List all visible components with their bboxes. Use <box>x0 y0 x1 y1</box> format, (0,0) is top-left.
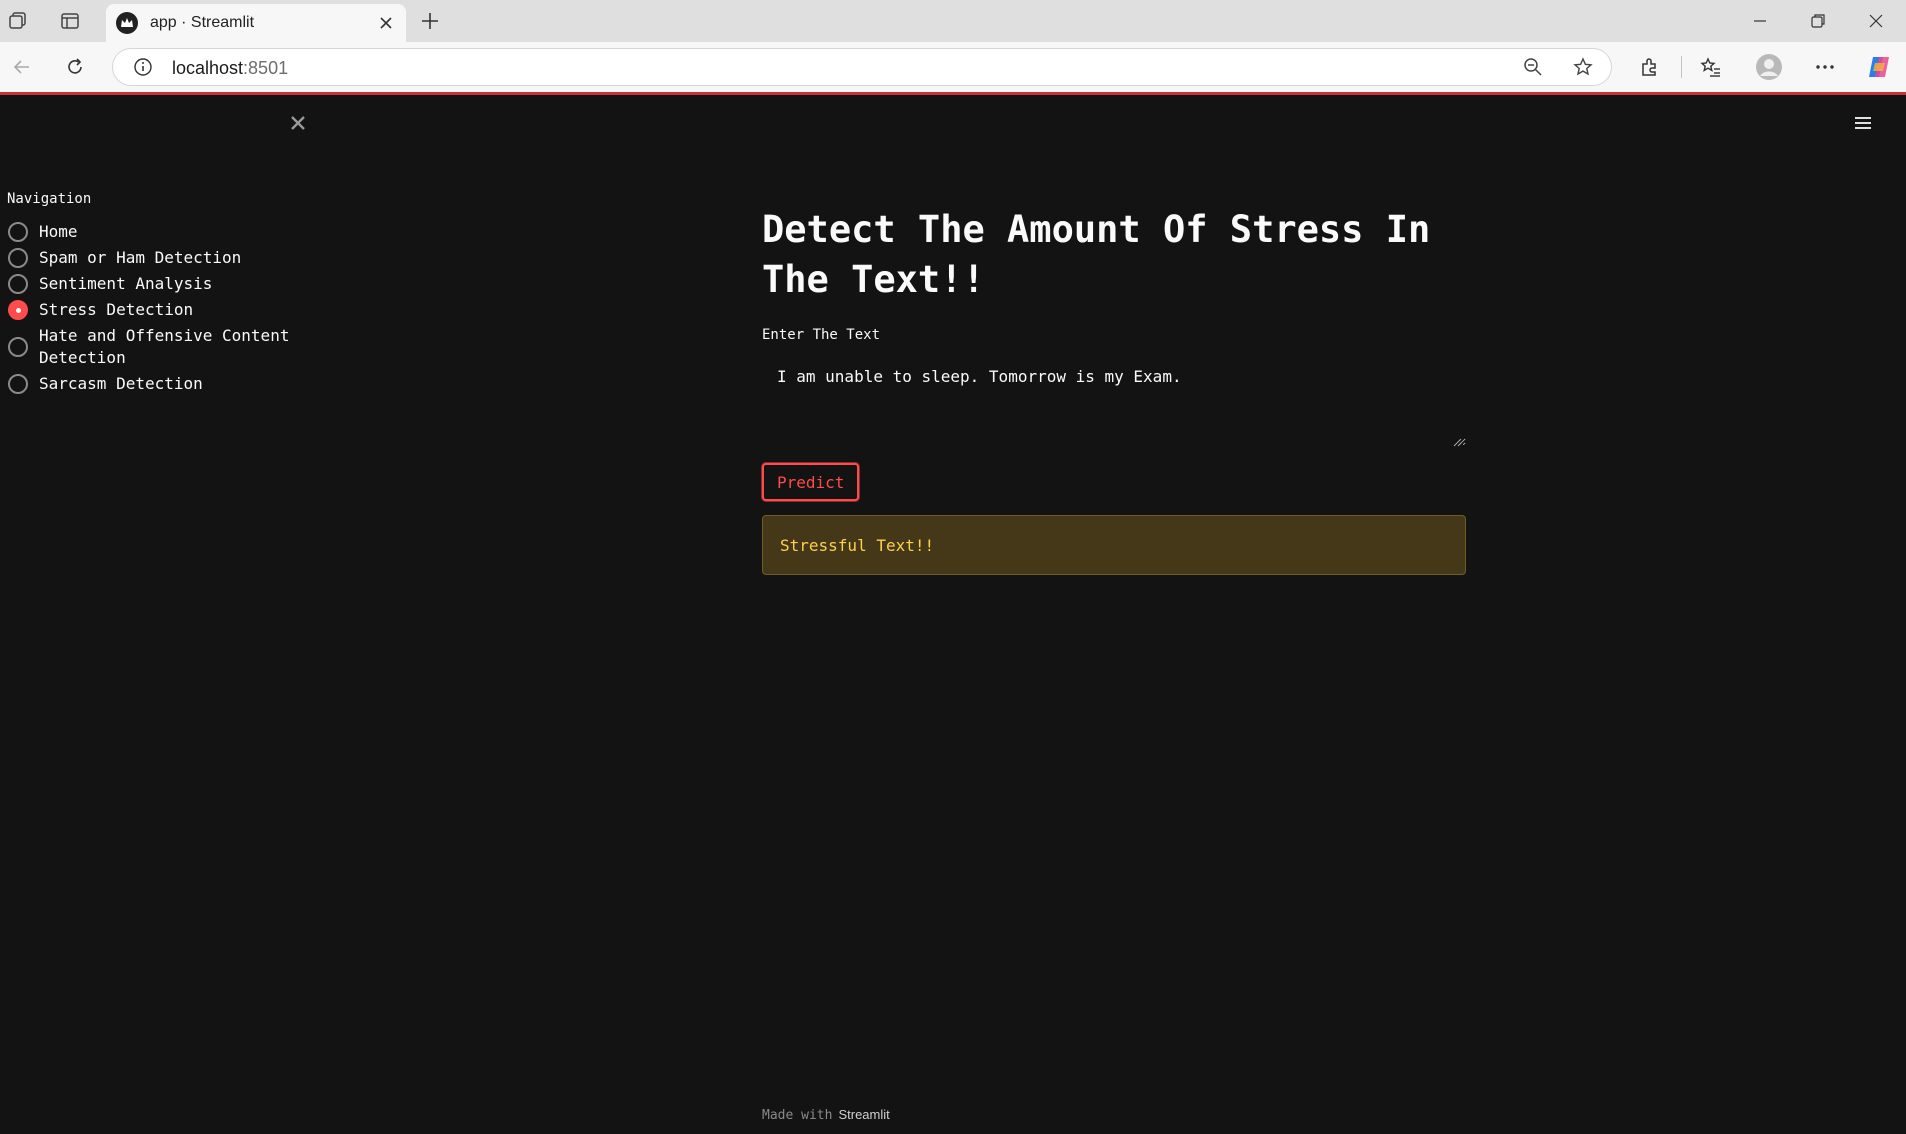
nav-option-hate-offensive[interactable]: Hate and Offensive Content Detection <box>8 325 308 369</box>
main-menu-icon[interactable] <box>1852 112 1874 134</box>
extensions-icon[interactable] <box>1638 55 1662 79</box>
radio-button[interactable] <box>8 248 28 268</box>
predict-button[interactable]: Predict <box>762 463 860 501</box>
favorites-icon[interactable] <box>1699 55 1723 79</box>
nav-option-label: Spam or Ham Detection <box>39 248 242 267</box>
nav-option-label: Home <box>39 222 78 241</box>
radio-button-selected[interactable] <box>8 300 28 320</box>
footer-streamlit-link[interactable]: Streamlit <box>838 1107 889 1122</box>
site-info-icon[interactable] <box>131 55 155 79</box>
browser-toolbar: localhost:8501 <box>0 42 1906 93</box>
new-tab-icon[interactable] <box>418 9 442 33</box>
text-area-input[interactable]: I am unable to sleep. Tomorrow is my Exa… <box>762 351 1466 446</box>
resize-handle-icon[interactable] <box>1452 437 1462 447</box>
back-icon[interactable] <box>10 55 34 79</box>
nav-option-label: Hate and Offensive Content Detection <box>39 326 290 367</box>
radio-button[interactable] <box>8 337 28 357</box>
nav-option-label: Sarcasm Detection <box>39 374 203 393</box>
browser-tab-bar: app · Streamlit <box>0 0 1906 42</box>
radio-button[interactable] <box>8 222 28 242</box>
close-tab-icon[interactable] <box>376 13 396 33</box>
minimize-icon[interactable] <box>1748 9 1772 33</box>
navigation-label: Navigation <box>7 191 92 207</box>
nav-option-spam-or-ham[interactable]: Spam or Ham Detection <box>8 247 308 269</box>
tab-actions-icon[interactable] <box>58 9 82 33</box>
url-host: localhost <box>172 58 244 78</box>
footer: Made with Streamlit <box>762 1107 890 1123</box>
close-sidebar-icon[interactable] <box>287 112 309 134</box>
restore-window-icon[interactable] <box>1806 9 1830 33</box>
refresh-icon[interactable] <box>63 55 87 79</box>
prediction-result-text: Stressful Text!! <box>780 535 935 555</box>
nav-option-label: Sentiment Analysis <box>39 274 213 293</box>
zoom-out-icon[interactable] <box>1521 55 1545 79</box>
streamlit-crown-icon <box>116 12 138 34</box>
streamlit-app: Navigation Home Spam or Ham Detection Se… <box>0 95 1906 1134</box>
profile-avatar-icon[interactable] <box>1755 53 1783 81</box>
workspaces-icon[interactable] <box>6 9 30 33</box>
favorite-star-icon[interactable] <box>1571 55 1595 79</box>
more-options-icon[interactable] <box>1813 55 1837 79</box>
browser-tab-active[interactable]: app · Streamlit <box>106 4 406 42</box>
radio-button[interactable] <box>8 274 28 294</box>
nav-option-sentiment-analysis[interactable]: Sentiment Analysis <box>8 273 308 295</box>
page-title: Detect The Amount Of Stress In The Text!… <box>762 208 1431 301</box>
address-bar[interactable]: localhost:8501 <box>112 48 1612 86</box>
text-input-label: Enter The Text <box>762 327 881 343</box>
toolbar-separator <box>1681 56 1682 78</box>
prediction-warning-box: Stressful Text!! <box>762 515 1466 575</box>
nav-option-home[interactable]: Home <box>8 221 308 243</box>
text-area-container: I am unable to sleep. Tomorrow is my Exa… <box>762 343 1466 451</box>
nav-option-label: Stress Detection <box>39 300 194 319</box>
tab-title: app · Streamlit <box>150 14 255 31</box>
footer-made-with: Made with <box>762 1108 833 1123</box>
sidebar: Navigation Home Spam or Ham Detection Se… <box>0 95 318 1134</box>
close-window-icon[interactable] <box>1864 9 1888 33</box>
nav-option-stress-detection[interactable]: Stress Detection <box>8 299 308 321</box>
nav-option-sarcasm-detection[interactable]: Sarcasm Detection <box>8 373 308 395</box>
navigation-radio-group: Home Spam or Ham Detection Sentiment Ana… <box>8 221 308 399</box>
url-port: :8501 <box>243 58 289 78</box>
radio-button[interactable] <box>8 374 28 394</box>
copilot-icon[interactable] <box>1864 52 1894 82</box>
url-text: localhost:8501 <box>172 58 288 79</box>
main-content: Detect The Amount Of Stress In The Text!… <box>762 205 1466 575</box>
